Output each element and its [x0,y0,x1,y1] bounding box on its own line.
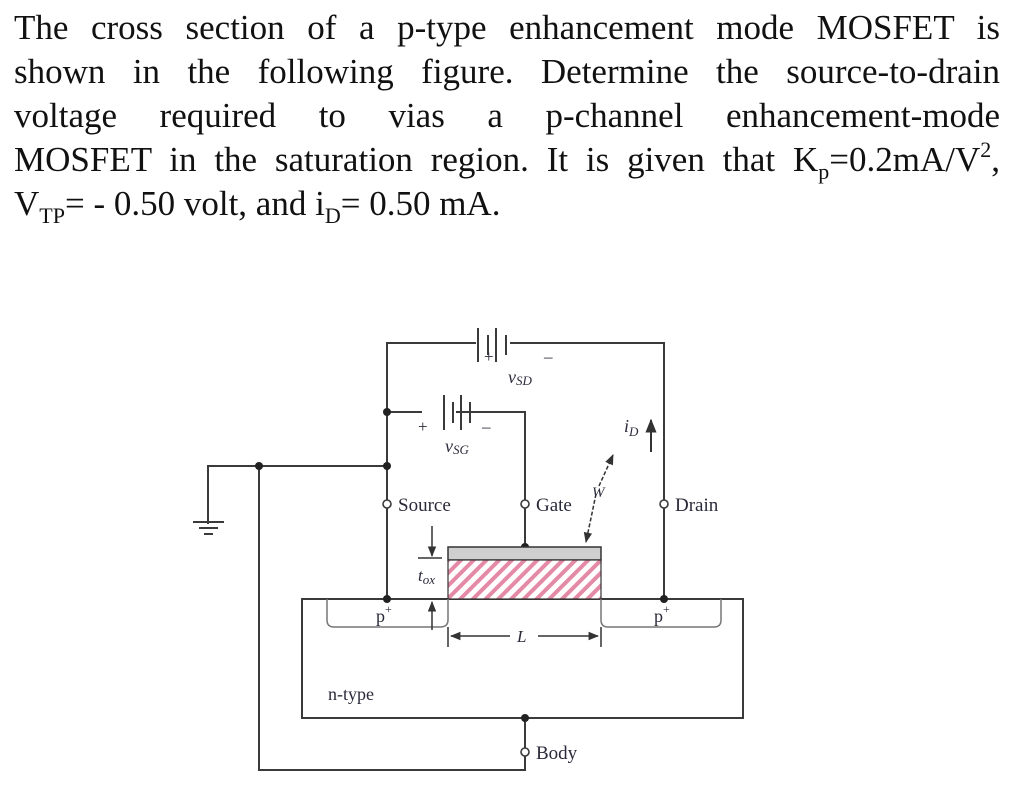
vsg-wire-right [456,411,526,547]
p-plus-right-label: p+ [654,602,670,626]
gate-oxide [447,559,602,600]
n-type-label: n-type [328,684,374,704]
drain-label: Drain [675,495,719,516]
junction-dot [255,462,263,470]
gate-terminal-icon [520,499,530,509]
tox-label: tox [418,566,435,587]
ground-wire [207,465,387,524]
w-label: W [592,485,606,501]
l-label: L [516,627,526,646]
source-terminal-icon [382,499,392,509]
gate-metal [447,546,602,561]
vsg-plus-label: + [418,417,428,436]
id-label: iD [624,416,639,439]
junction-dot [383,462,391,470]
drain-terminal-icon [659,499,669,509]
body-return-wire [258,466,526,771]
source-label: Source [398,495,451,516]
vsd-minus-label: – [543,347,553,366]
vsg-minus-label: – [481,417,491,436]
vsd-plus-label: + [484,347,494,366]
p-plus-left-label: p+ [376,602,392,626]
vsd-label: vSD [508,367,533,388]
vsg-label: vSG [445,436,470,457]
junction-dot [383,408,391,416]
junction-dot [521,714,529,722]
body-label: Body [536,743,578,764]
body-terminal-icon [520,747,530,757]
gate-label: Gate [536,495,572,516]
mosfet-cross-section-figure: + – vSD + – vSG iD Source Gate Drain Bod… [193,328,744,771]
